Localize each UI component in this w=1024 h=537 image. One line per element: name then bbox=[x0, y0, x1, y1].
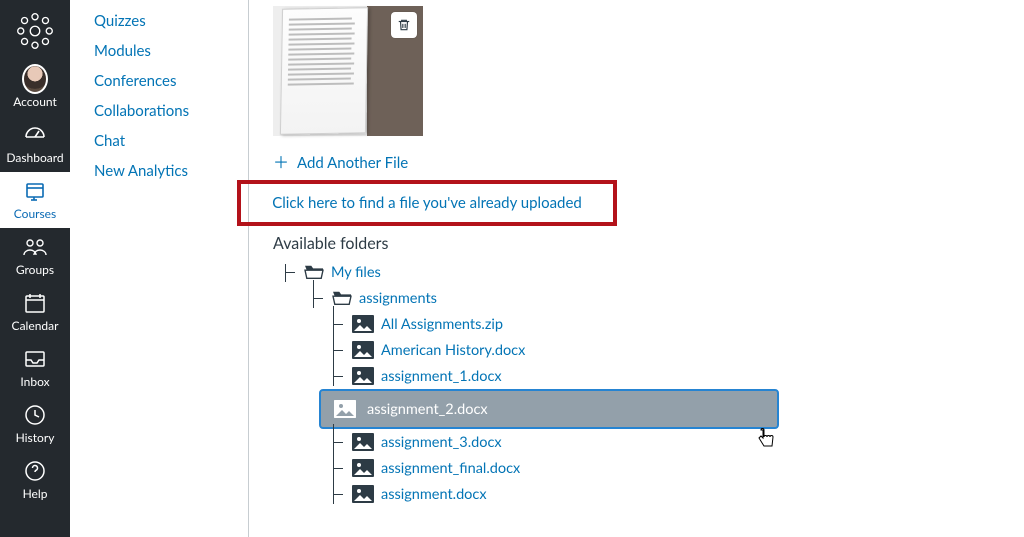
nav-inbox[interactable]: Inbox bbox=[0, 340, 70, 396]
tree-file-selected[interactable]: assignment_2.docx bbox=[319, 389, 1004, 429]
file-image-icon bbox=[351, 366, 375, 386]
tree-branch bbox=[327, 340, 345, 360]
tree-branch bbox=[327, 484, 345, 504]
dashboard-icon bbox=[22, 122, 48, 148]
file-image-icon bbox=[351, 314, 375, 334]
course-nav-chat[interactable]: Chat bbox=[94, 126, 236, 156]
delete-thumbnail-button[interactable] bbox=[391, 12, 417, 38]
course-nav-conferences[interactable]: Conferences bbox=[94, 66, 236, 96]
groups-icon bbox=[22, 234, 48, 260]
add-another-file-link[interactable]: ＋ Add Another File bbox=[273, 154, 1004, 172]
course-nav: Quizzes Modules Conferences Collaboratio… bbox=[70, 0, 236, 537]
nav-help[interactable]: Help bbox=[0, 452, 70, 508]
tree-folder-label: assignments bbox=[359, 290, 437, 307]
tree-root-label: My files bbox=[331, 264, 381, 281]
nav-courses[interactable]: Courses bbox=[0, 172, 70, 228]
nav-label: Inbox bbox=[20, 376, 49, 388]
tree-branch bbox=[327, 458, 345, 478]
tree-file-name: assignment.docx bbox=[381, 486, 487, 503]
tree-file[interactable]: All Assignments.zip bbox=[327, 311, 1004, 337]
tree-file-name: assignment_2.docx bbox=[367, 401, 488, 418]
courses-icon bbox=[22, 178, 48, 204]
folder-open-icon bbox=[331, 289, 353, 307]
main-content: ＋ Add Another File Click here to find a … bbox=[248, 0, 1024, 537]
tree-file-name: All Assignments.zip bbox=[381, 316, 503, 333]
nav-label: Dashboard bbox=[6, 152, 63, 164]
tree-file-name: assignment_1.docx bbox=[381, 368, 502, 385]
nav-label: Calendar bbox=[12, 320, 59, 332]
tree-file[interactable]: assignment_3.docx bbox=[327, 429, 1004, 455]
canvas-logo[interactable] bbox=[14, 10, 56, 52]
tree-root-my-files[interactable]: My files bbox=[279, 259, 1004, 285]
nav-groups[interactable]: Groups bbox=[0, 228, 70, 284]
nav-label: Account bbox=[13, 96, 57, 108]
file-image-icon bbox=[351, 340, 375, 360]
nav-account[interactable]: Account bbox=[0, 60, 70, 116]
file-image-icon bbox=[351, 432, 375, 452]
file-image-icon bbox=[333, 399, 357, 419]
tree-branch bbox=[307, 288, 325, 308]
course-nav-collaborations[interactable]: Collaborations bbox=[94, 96, 236, 126]
tree-branch bbox=[279, 262, 297, 282]
tree-file-name: assignment_final.docx bbox=[381, 460, 520, 477]
find-existing-file-highlight: Click here to find a file you've already… bbox=[237, 180, 617, 226]
course-nav-new-analytics[interactable]: New Analytics bbox=[94, 156, 236, 186]
folder-open-icon bbox=[303, 263, 325, 281]
nav-label: History bbox=[16, 432, 55, 444]
tree-file-name: American History.docx bbox=[381, 342, 525, 359]
file-tree: My files assignments All Assignments.zip… bbox=[279, 259, 1004, 507]
nav-calendar[interactable]: Calendar bbox=[0, 284, 70, 340]
tree-file[interactable]: assignment_1.docx bbox=[327, 363, 1004, 389]
nav-dashboard[interactable]: Dashboard bbox=[0, 116, 70, 172]
tree-file[interactable]: assignment.docx bbox=[327, 481, 1004, 507]
global-nav: Account Dashboard Courses Groups Calenda… bbox=[0, 0, 70, 537]
course-nav-quizzes[interactable]: Quizzes bbox=[94, 6, 236, 36]
find-existing-file-link[interactable]: Click here to find a file you've already… bbox=[272, 194, 582, 212]
nav-history[interactable]: History bbox=[0, 396, 70, 452]
avatar-icon bbox=[22, 66, 48, 92]
tree-branch bbox=[327, 432, 345, 452]
tree-file-name: assignment_3.docx bbox=[381, 434, 502, 451]
tree-folder-assignments[interactable]: assignments bbox=[307, 285, 1004, 311]
plus-icon: ＋ bbox=[273, 155, 289, 171]
course-nav-modules[interactable]: Modules bbox=[94, 36, 236, 66]
file-image-icon bbox=[351, 484, 375, 504]
calendar-icon bbox=[22, 290, 48, 316]
trash-icon bbox=[397, 18, 411, 32]
nav-label: Courses bbox=[14, 208, 56, 220]
file-image-icon bbox=[351, 458, 375, 478]
tree-branch bbox=[327, 314, 345, 334]
available-folders-heading: Available folders bbox=[273, 230, 1004, 253]
add-another-label: Add Another File bbox=[297, 154, 408, 172]
help-icon bbox=[22, 458, 48, 484]
history-icon bbox=[22, 402, 48, 428]
inbox-icon bbox=[22, 346, 48, 372]
tree-file[interactable]: American History.docx bbox=[327, 337, 1004, 363]
file-thumbnail bbox=[273, 6, 423, 136]
nav-label: Groups bbox=[16, 264, 54, 276]
nav-label: Help bbox=[23, 488, 48, 500]
tree-file[interactable]: assignment_final.docx bbox=[327, 455, 1004, 481]
tree-branch bbox=[327, 366, 345, 386]
